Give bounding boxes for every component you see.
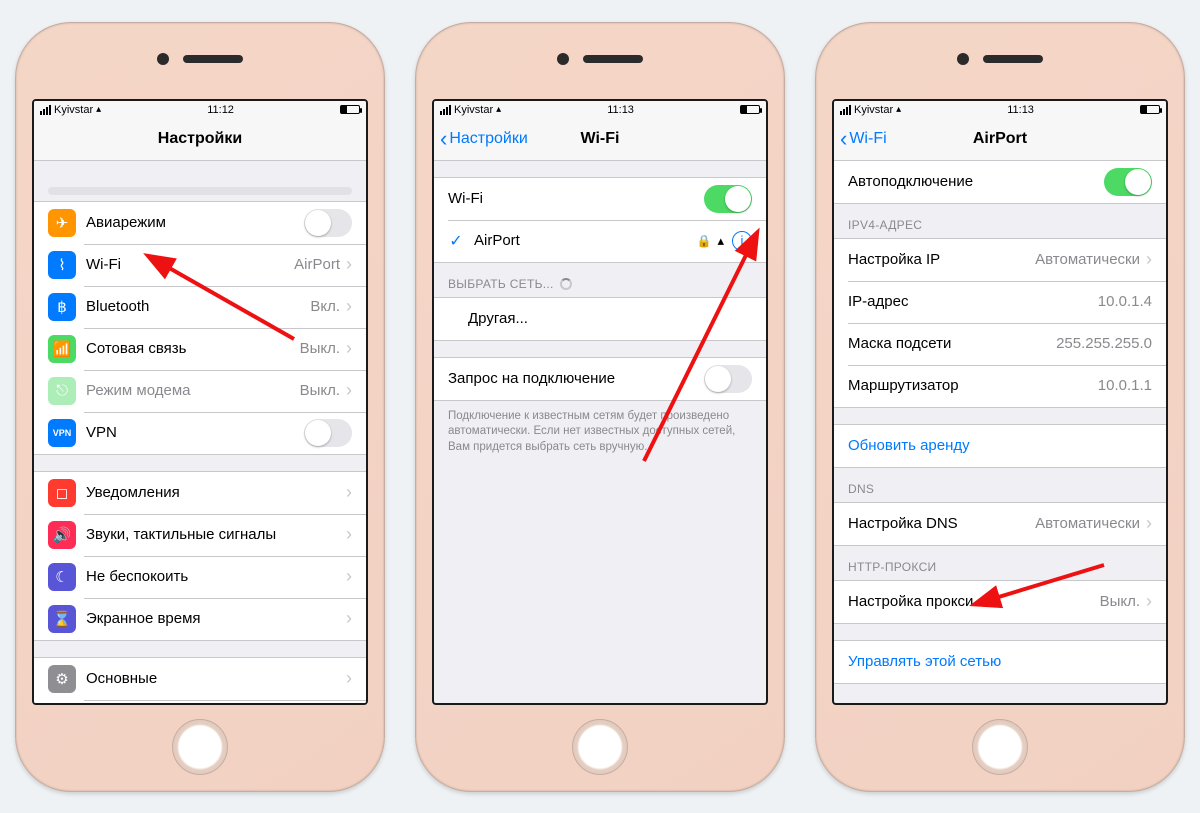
general-icon: ⚙ — [48, 665, 76, 693]
lock-icon: 🔒 — [697, 234, 712, 248]
ask-join-footnote: Подключение к известным сетям будет прои… — [434, 401, 766, 464]
screen-wifi: Kyivstar ▴ 11:13 ‹ Настройки Wi-Fi Wi-Fi… — [432, 99, 768, 705]
sounds-icon: 🔊 — [48, 521, 76, 549]
row-autoconnect[interactable]: Автоподключение — [834, 161, 1166, 203]
row-vpn[interactable]: VPN VPN — [34, 412, 366, 454]
wifi-icon: ▴ — [496, 104, 501, 115]
airplane-switch[interactable] — [304, 209, 352, 237]
section-ipv4: IPV4-АДРЕС — [834, 204, 1166, 238]
chevron-right-icon: › — [1146, 249, 1152, 270]
clock: 11:12 — [207, 104, 234, 116]
wifi-switch[interactable] — [704, 185, 752, 213]
phone-network-detail: Kyivstar ▴ 11:13 ‹ Wi-Fi AirPort Автопод… — [815, 22, 1185, 792]
row-wifi-toggle[interactable]: Wi-Fi — [434, 178, 766, 220]
row-notifications[interactable]: ◻ Уведомления › — [34, 472, 366, 514]
notifications-icon: ◻ — [48, 479, 76, 507]
wifi-icon: ▴ — [96, 104, 101, 115]
battery-icon — [1140, 105, 1160, 114]
phone-wifi: Kyivstar ▴ 11:13 ‹ Настройки Wi-Fi Wi-Fi… — [415, 22, 785, 792]
chevron-right-icon: › — [346, 482, 352, 503]
chevron-right-icon: › — [346, 296, 352, 317]
vpn-icon: VPN — [48, 419, 76, 447]
cellular-icon: 📶 — [48, 335, 76, 363]
screen-network-detail: Kyivstar ▴ 11:13 ‹ Wi-Fi AirPort Автопод… — [832, 99, 1168, 705]
row-proxy-config[interactable]: Настройка прокси Выкл. › — [834, 581, 1166, 623]
section-choose-network: ВЫБРАТЬ СЕТЬ... — [434, 263, 766, 297]
spinner-icon — [560, 278, 572, 290]
nav-bar: Настройки — [34, 119, 366, 161]
dnd-icon: ☾ — [48, 563, 76, 591]
bluetooth-icon: ฿ — [48, 293, 76, 321]
screentime-icon: ⌛ — [48, 605, 76, 633]
row-ip-config[interactable]: Настройка IP Автоматически › — [834, 239, 1166, 281]
row-airplane[interactable]: ✈ Авиарежим — [34, 202, 366, 244]
row-dnd[interactable]: ☾ Не беспокоить › — [34, 556, 366, 598]
phone-settings: Kyivstar ▴ 11:12 Настройки ✈ Авиарежим ⌇… — [15, 22, 385, 792]
battery-icon — [740, 105, 760, 114]
vpn-switch[interactable] — [304, 419, 352, 447]
chevron-right-icon: › — [346, 380, 352, 401]
chevron-right-icon: › — [1146, 591, 1152, 612]
row-sounds[interactable]: 🔊 Звуки, тактильные сигналы › — [34, 514, 366, 556]
row-dns-config[interactable]: Настройка DNS Автоматически › — [834, 503, 1166, 545]
back-button[interactable]: ‹ Настройки — [440, 128, 528, 150]
row-general[interactable]: ⚙ Основные › — [34, 658, 366, 700]
status-bar: Kyivstar ▴ 11:13 — [834, 101, 1166, 119]
wifi-icon: ▴ — [896, 104, 901, 115]
status-bar: Kyivstar ▴ 11:13 — [434, 101, 766, 119]
page-title: Настройки — [158, 130, 242, 148]
row-connected-network[interactable]: ✓ AirPort 🔒 ▴ i — [434, 220, 766, 262]
row-screentime[interactable]: ⌛ Экранное время › — [34, 598, 366, 640]
row-ask-join[interactable]: Запрос на подключение — [434, 358, 766, 400]
page-title: AirPort — [973, 130, 1027, 148]
signal-icon — [440, 105, 451, 115]
info-button[interactable]: i — [732, 231, 752, 251]
battery-icon — [340, 105, 360, 114]
screen-settings: Kyivstar ▴ 11:12 Настройки ✈ Авиарежим ⌇… — [32, 99, 368, 705]
nav-bar: ‹ Настройки Wi-Fi — [434, 119, 766, 161]
chevron-right-icon: › — [346, 254, 352, 275]
wifi-strength-icon: ▴ — [717, 233, 724, 249]
chevron-right-icon: › — [346, 566, 352, 587]
section-dns: DNS — [834, 468, 1166, 502]
chevron-right-icon: › — [346, 668, 352, 689]
row-manage-network[interactable]: Управлять этой сетью — [834, 641, 1166, 683]
row-cellular[interactable]: 📶 Сотовая связь Выкл. › — [34, 328, 366, 370]
chevron-left-icon: ‹ — [840, 128, 847, 150]
row-wifi[interactable]: ⌇ Wi-Fi AirPort › — [34, 244, 366, 286]
chevron-right-icon: › — [1146, 513, 1152, 534]
back-button[interactable]: ‹ Wi-Fi — [840, 128, 887, 150]
wifi-row-icon: ⌇ — [48, 251, 76, 279]
row-hotspot[interactable]: ⎋ Режим модема Выкл. › — [34, 370, 366, 412]
clock: 11:13 — [1007, 104, 1034, 116]
row-renew-lease[interactable]: Обновить аренду — [834, 425, 1166, 467]
carrier-label: Kyivstar — [54, 104, 93, 116]
carrier-label: Kyivstar — [854, 104, 893, 116]
signal-icon — [40, 105, 51, 115]
nav-bar: ‹ Wi-Fi AirPort — [834, 119, 1166, 161]
chevron-right-icon: › — [346, 524, 352, 545]
chevron-right-icon: › — [346, 338, 352, 359]
chevron-left-icon: ‹ — [440, 128, 447, 150]
autoconnect-switch[interactable] — [1104, 168, 1152, 196]
row-bluetooth[interactable]: ฿ Bluetooth Вкл. › — [34, 286, 366, 328]
airplane-icon: ✈ — [48, 209, 76, 237]
page-title: Wi-Fi — [581, 130, 620, 148]
row-subnet-mask: Маска подсети 255.255.255.0 — [834, 323, 1166, 365]
row-control-center[interactable]: ⊞ Пункт управления › — [34, 700, 366, 705]
signal-icon — [840, 105, 851, 115]
status-bar: Kyivstar ▴ 11:12 — [34, 101, 366, 119]
row-router: Маршрутизатор 10.0.1.1 — [834, 365, 1166, 407]
check-icon: ✓ — [448, 231, 464, 251]
row-ip-address: IP-адрес 10.0.1.4 — [834, 281, 1166, 323]
search-placeholder — [34, 161, 366, 201]
hotspot-icon: ⎋ — [48, 377, 76, 405]
ask-join-switch[interactable] — [704, 365, 752, 393]
clock: 11:13 — [607, 104, 634, 116]
row-other-network[interactable]: Другая... — [434, 298, 766, 340]
chevron-right-icon: › — [346, 608, 352, 629]
section-proxy: HTTP-ПРОКСИ — [834, 546, 1166, 580]
carrier-label: Kyivstar — [454, 104, 493, 116]
